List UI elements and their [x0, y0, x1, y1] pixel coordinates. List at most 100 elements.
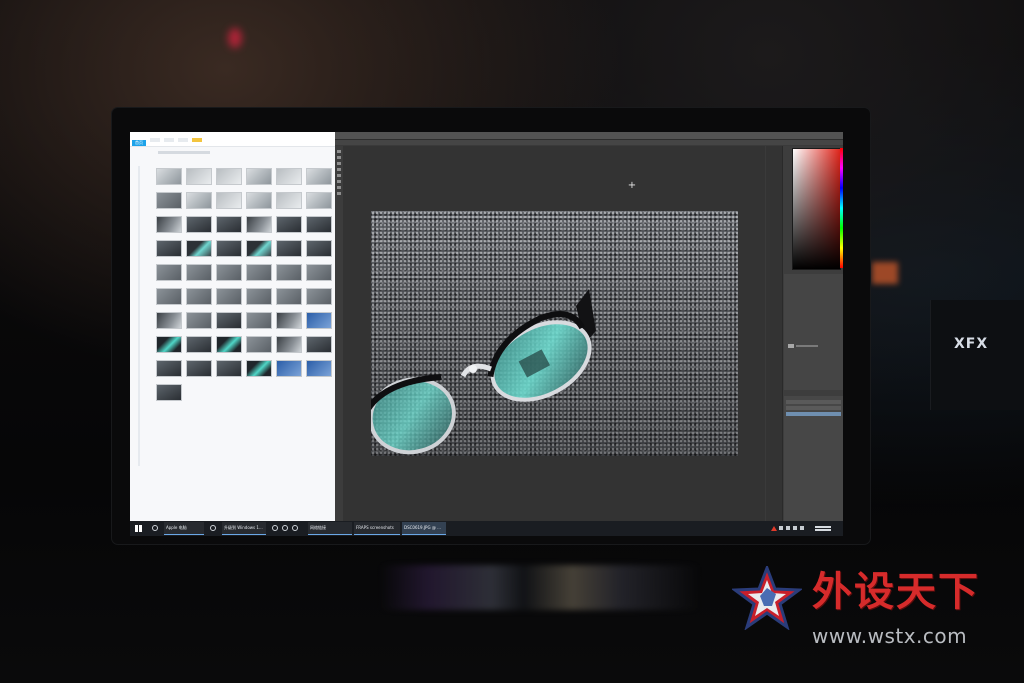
photo-thumbnail[interactable]	[306, 192, 332, 209]
search-icon[interactable]	[152, 525, 158, 531]
photo-thumbnail[interactable]	[186, 336, 212, 353]
photo-thumbnail[interactable]	[246, 168, 272, 185]
photo-thumbnail[interactable]	[216, 240, 242, 257]
photo-thumbnail[interactable]	[216, 192, 242, 209]
zoom-tool-icon[interactable]	[337, 192, 341, 195]
home-badge[interactable]: 首页	[132, 140, 146, 146]
photo-thumbnail[interactable]	[246, 240, 272, 257]
lasso-tool-icon[interactable]	[337, 162, 341, 165]
taskbar-item[interactable]: 网络链接	[308, 522, 352, 535]
photo-thumbnail[interactable]	[306, 312, 332, 329]
photo-thumbnail[interactable]	[246, 264, 272, 281]
photo-thumbnail[interactable]	[246, 360, 272, 377]
volume-icon[interactable]	[800, 526, 804, 530]
taskbar-item[interactable]: 升级到 Windows 1...	[222, 522, 266, 535]
browser-tab[interactable]	[178, 138, 188, 142]
layer-options[interactable]	[786, 406, 841, 410]
photo-thumbnail[interactable]	[216, 336, 242, 353]
windows-taskbar: Apple 电脑 升级到 Windows 1... 网络链接 FRAPS scr…	[130, 521, 843, 536]
layer-row-selected[interactable]	[786, 412, 841, 416]
crop-tool-icon[interactable]	[337, 168, 341, 171]
clock[interactable]	[815, 525, 831, 532]
photo-thumbnail[interactable]	[156, 312, 182, 329]
photo-thumbnail[interactable]	[216, 216, 242, 233]
photo-thumbnail[interactable]	[186, 216, 212, 233]
windows-start-icon[interactable]	[135, 525, 142, 532]
adjustment-icon[interactable]	[788, 344, 794, 348]
explorer-icon[interactable]	[210, 525, 216, 531]
photo-thumbnail[interactable]	[216, 360, 242, 377]
photo-thumbnail[interactable]	[216, 168, 242, 185]
photo-thumbnail[interactable]	[186, 264, 212, 281]
move-tool-icon[interactable]	[337, 150, 341, 153]
network-icon[interactable]	[793, 526, 797, 530]
warning-icon[interactable]	[771, 526, 777, 531]
photo-thumbnail[interactable]	[216, 288, 242, 305]
photo-thumbnail[interactable]	[306, 360, 332, 377]
marquee-tool-icon[interactable]	[337, 156, 341, 159]
folder-path	[158, 151, 210, 154]
photo-thumbnail[interactable]	[276, 312, 302, 329]
photo-thumbnail[interactable]	[276, 360, 302, 377]
photo-thumbnail[interactable]	[246, 216, 272, 233]
photo-thumbnail[interactable]	[306, 168, 332, 185]
photo-thumbnail[interactable]	[246, 192, 272, 209]
photoshop-canvas[interactable]: +	[343, 146, 765, 522]
photo-thumbnail[interactable]	[156, 384, 182, 401]
photo-thumbnail[interactable]	[276, 192, 302, 209]
app-icon[interactable]	[292, 525, 298, 531]
photo-thumbnail[interactable]	[186, 288, 212, 305]
nose-pad	[469, 365, 477, 373]
photo-thumbnail[interactable]	[276, 288, 302, 305]
brush-tool-icon[interactable]	[337, 174, 341, 177]
photo-thumbnail[interactable]	[156, 288, 182, 305]
photo-thumbnail[interactable]	[156, 240, 182, 257]
photo-thumbnail[interactable]	[306, 336, 332, 353]
photo-thumbnail[interactable]	[246, 336, 272, 353]
eraser-tool-icon[interactable]	[337, 180, 341, 183]
photo-thumbnail[interactable]	[186, 168, 212, 185]
photo-thumbnail[interactable]	[276, 264, 302, 281]
monitor-screen: 首页 + Apple 电脑 升级到 Windows 1... 网络链接 FRAP…	[130, 132, 843, 536]
photo-thumbnail[interactable]	[156, 168, 182, 185]
photo-thumbnail[interactable]	[186, 192, 212, 209]
photo-thumbnail[interactable]	[156, 336, 182, 353]
photo-thumbnail[interactable]	[306, 288, 332, 305]
photo-thumbnail[interactable]	[276, 216, 302, 233]
taskbar-item-active[interactable]: DSC0619.JPG @ ...	[402, 522, 446, 535]
taskbar-item[interactable]: Apple 电脑	[164, 522, 204, 535]
layer-tabs[interactable]	[786, 400, 841, 404]
browser-tab[interactable]	[150, 138, 160, 142]
folder-rail	[138, 166, 140, 466]
photo-thumbnail[interactable]	[246, 312, 272, 329]
color-picker-field[interactable]	[792, 148, 841, 270]
photo-thumbnail[interactable]	[246, 288, 272, 305]
adjustment-hint	[796, 345, 818, 347]
background-orange-light	[872, 262, 898, 284]
tray-icon[interactable]	[779, 526, 783, 530]
photo-thumbnail[interactable]	[156, 360, 182, 377]
browser-tab[interactable]	[164, 138, 174, 142]
photo-thumbnail[interactable]	[276, 336, 302, 353]
photo-thumbnail[interactable]	[156, 192, 182, 209]
app-icon[interactable]	[272, 525, 278, 531]
photo-thumbnail[interactable]	[186, 312, 212, 329]
photo-thumbnail[interactable]	[156, 264, 182, 281]
photo-thumbnail[interactable]	[186, 240, 212, 257]
crosshair-cursor-icon: +	[627, 180, 637, 191]
browser-tab-active[interactable]	[192, 138, 202, 142]
photo-thumbnail[interactable]	[306, 264, 332, 281]
text-tool-icon[interactable]	[337, 186, 341, 189]
taskbar-item[interactable]: FRAPS screenshots	[354, 522, 400, 535]
photo-thumbnail[interactable]	[216, 264, 242, 281]
photo-thumbnail[interactable]	[276, 240, 302, 257]
hue-slider[interactable]	[840, 148, 843, 268]
photo-thumbnail[interactable]	[216, 312, 242, 329]
photo-thumbnail[interactable]	[276, 168, 302, 185]
photo-thumbnail[interactable]	[306, 216, 332, 233]
app-icon[interactable]	[282, 525, 288, 531]
photo-thumbnail[interactable]	[306, 240, 332, 257]
photo-thumbnail[interactable]	[186, 360, 212, 377]
tray-icon[interactable]	[786, 526, 790, 530]
photo-thumbnail[interactable]	[156, 216, 182, 233]
